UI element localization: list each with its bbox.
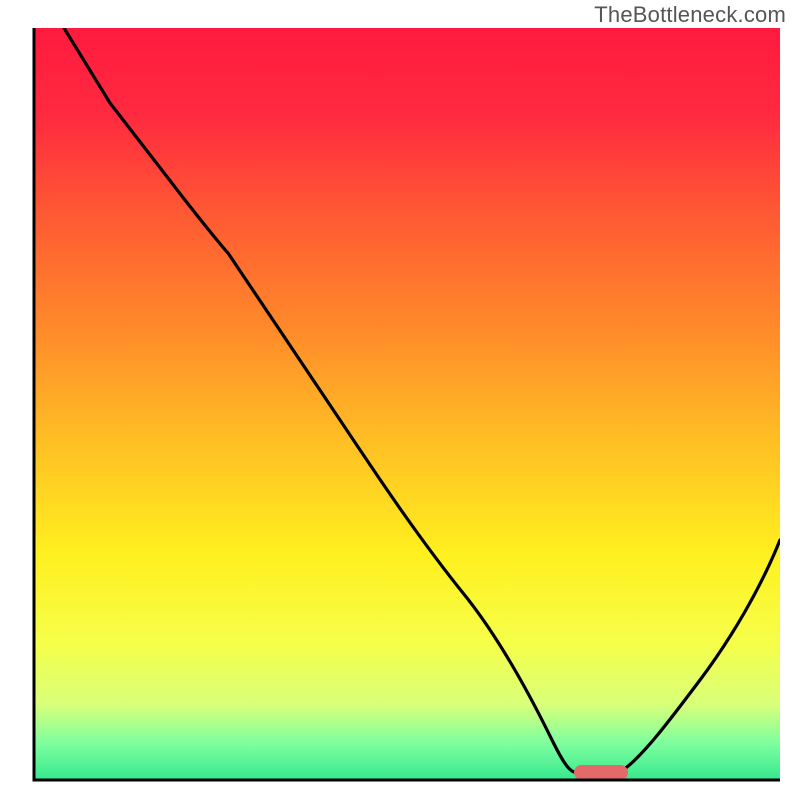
optimal-marker [574,765,628,780]
chart-container: TheBottleneck.com [0,0,800,800]
watermark-text: TheBottleneck.com [594,2,786,28]
gradient-background [34,28,780,780]
chart-svg [0,0,800,800]
